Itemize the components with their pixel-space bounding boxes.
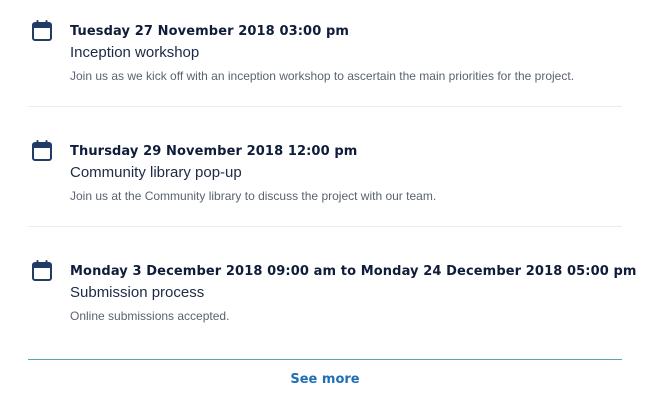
event-title[interactable]: Submission process [70,284,204,301]
calendar-icon [32,20,52,42]
event-date: Tuesday 27 November 2018 03:00 pm [70,24,350,39]
event-description: Join us at the Community library to disc… [70,189,437,203]
event-description: Join us as we kick off with an inception… [70,69,575,83]
event-item: Thursday 29 November 2018 12:00 pm Commu… [28,138,622,234]
divider [28,226,622,227]
see-more-divider [28,359,622,360]
divider [28,106,622,107]
calendar-icon [32,140,52,162]
event-date: Monday 3 December 2018 09:00 am to Monda… [70,264,637,279]
event-date: Thursday 29 November 2018 12:00 pm [70,144,358,159]
see-more-link[interactable]: See more [28,372,622,387]
calendar-icon [32,260,52,282]
event-title[interactable]: Inception workshop [70,44,199,61]
event-item: Monday 3 December 2018 09:00 am to Monda… [28,258,636,354]
event-item: Tuesday 27 November 2018 03:00 pm Incept… [28,18,622,114]
event-title[interactable]: Community library pop-up [70,164,242,181]
event-description: Online submissions accepted. [70,309,230,323]
